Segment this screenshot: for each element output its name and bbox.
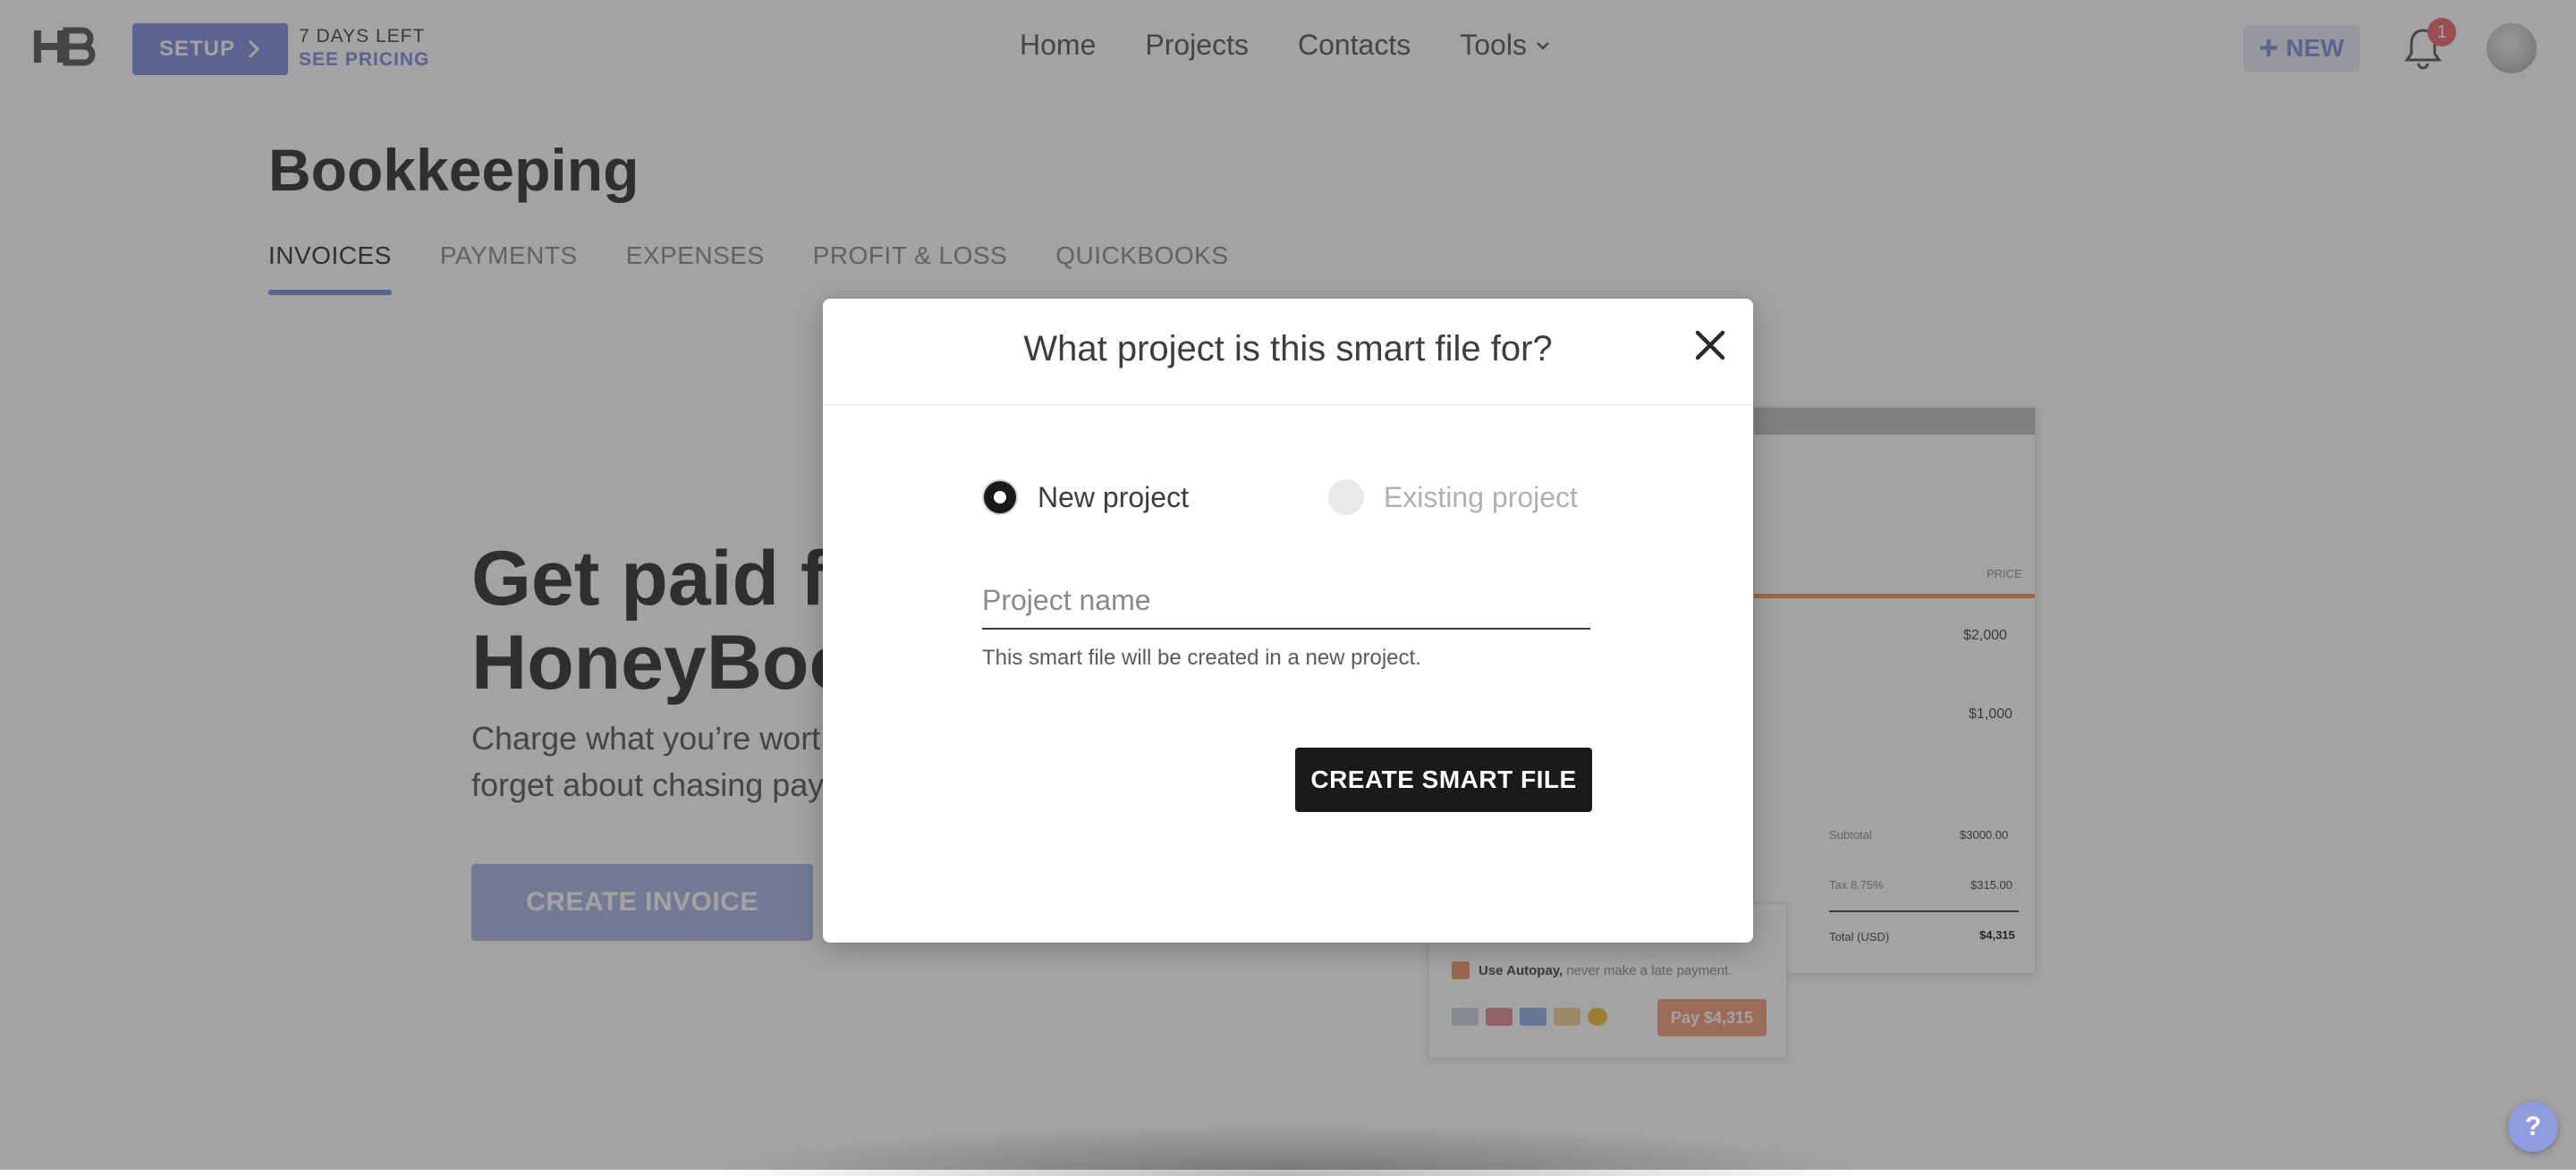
existing-project-label[interactable]: Existing project [1384, 481, 1578, 514]
close-icon[interactable] [1692, 327, 1728, 363]
create-smart-file-button[interactable]: CREATE SMART FILE [1295, 748, 1592, 812]
help-icon: ? [2524, 1112, 2542, 1141]
project-type-options: New project Existing project [982, 479, 1578, 515]
new-project-radio[interactable] [982, 479, 1018, 515]
help-button[interactable]: ? [2508, 1102, 2558, 1152]
existing-project-radio[interactable] [1327, 479, 1364, 515]
project-name-input[interactable] [982, 572, 1590, 630]
dialog-header: What project is this smart file for? [823, 299, 1753, 405]
new-project-label[interactable]: New project [1038, 481, 1189, 514]
helper-text: This smart file will be created in a new… [982, 646, 1421, 670]
smart-file-project-dialog: What project is this smart file for? New… [823, 299, 1753, 943]
radio-dot [994, 491, 1006, 503]
dialog-title: What project is this smart file for? [1023, 329, 1553, 368]
